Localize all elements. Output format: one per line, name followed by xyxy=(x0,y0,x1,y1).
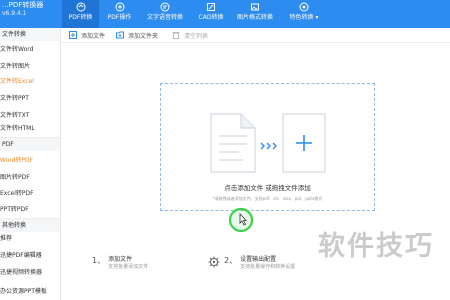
sidebar-item-to-excel[interactable]: 文件转Excel xyxy=(0,73,60,90)
step-number: 1、 xyxy=(92,256,106,265)
step-title: 设置输出配置 xyxy=(240,256,277,263)
tab-label: PDF转换 xyxy=(68,14,93,21)
step-desc: 支持批量操作和转换设置 xyxy=(240,264,296,270)
sidebar-section-file-convert[interactable]: 文件转换 xyxy=(0,28,60,41)
sidebar-item-ppt-templates[interactable]: 办公资源PPT模板 xyxy=(0,283,60,300)
step-number: 2、 xyxy=(224,256,238,265)
tab-cad-convert[interactable]: CAD转换 xyxy=(193,0,229,28)
file-drop-zone[interactable]: 点击添加文件 或拖拽文件添加 *请拖拽或者添加文件，支持pdf、xls、xlsx… xyxy=(160,83,375,211)
sidebar-item-image-to-pdf[interactable]: 图片转PDF xyxy=(0,169,60,186)
watermark-text: 软件技巧 xyxy=(318,231,434,262)
gear-icon xyxy=(208,256,220,268)
sidebar-item-recommend[interactable]: 推荐 xyxy=(0,230,60,247)
add-folder-icon xyxy=(116,31,124,39)
sidebar: 文件转换 文件转Word 文件转图片 文件转Excel 文件转PPT 文件转TX… xyxy=(0,28,61,300)
special-convert-icon xyxy=(299,2,309,12)
tab-text-speech[interactable]: 文字语音转换 xyxy=(140,0,190,28)
tab-image-convert[interactable]: 图片格式转换 xyxy=(231,0,279,28)
add-file-button[interactable]: 添加文件 xyxy=(69,30,105,40)
app-version: v6.9.4.1 xyxy=(2,10,27,17)
step-title: 添加文件 xyxy=(108,256,133,263)
sidebar-item-word-to-pdf[interactable]: Word转PDF xyxy=(0,152,60,169)
sidebar-item-to-ppt[interactable]: 文件转PPT xyxy=(0,90,60,107)
image-convert-icon xyxy=(251,3,259,11)
drop-zone-title: 点击添加文件 或拖拽文件添加 xyxy=(224,184,311,192)
drop-zone-subtitle: *请拖拽或者添加文件，支持pdf、xls、xlsx、ppt、pptx格式 xyxy=(212,196,323,201)
pdf-convert-icon xyxy=(76,2,85,12)
text-speech-icon xyxy=(160,2,170,12)
pdf-operate-icon xyxy=(115,2,124,12)
sidebar-item-to-html[interactable]: 文件转HTML xyxy=(0,120,60,137)
tab-label: 文字语音转换 xyxy=(146,14,183,21)
tab-label: PDF操作 xyxy=(107,14,132,21)
step-desc: 支持批量添加文件 xyxy=(108,264,149,270)
sidebar-item-ppt-to-pdf[interactable]: PPT转PDF xyxy=(0,201,60,218)
trash-icon xyxy=(172,32,180,39)
tab-label: CAD转换 xyxy=(198,14,224,21)
cad-convert-icon xyxy=(207,3,215,11)
tab-pdf-operate[interactable]: PDF操作 xyxy=(102,0,137,28)
add-file-icon xyxy=(69,31,77,39)
clear-list-label: 清空列表 xyxy=(184,32,209,40)
sidebar-item-to-word[interactable]: 文件转Word xyxy=(0,41,60,58)
tab-label: 图片格式转换 xyxy=(236,14,273,21)
step-output-settings: 2、 设置输出配置 支持批量操作和转换设置 xyxy=(224,256,295,271)
add-folder-button[interactable]: 添加文件夹 xyxy=(116,30,158,40)
tab-label: 特色转换 ▾ xyxy=(289,14,319,21)
add-folder-label: 添加文件夹 xyxy=(128,32,159,40)
add-file-label: 添加文件 xyxy=(81,32,106,40)
app-title: ...PDF转换器 xyxy=(2,1,44,9)
document-icon xyxy=(210,113,256,173)
sidebar-item-video-converter[interactable]: 迅捷视频转换器 xyxy=(0,264,60,281)
step-add-file: 1、 添加文件 支持批量添加文件 xyxy=(92,256,148,271)
tab-special-convert[interactable]: 特色转换 ▾ xyxy=(282,0,326,28)
clear-list-button[interactable]: 清空列表 xyxy=(172,30,208,40)
sidebar-item-pdf-editor[interactable]: 迅捷PDF编辑器 xyxy=(0,247,60,264)
arrows-icon xyxy=(260,142,277,150)
sidebar-section-pdf[interactable]: PDF xyxy=(0,138,60,151)
sidebar-item-excel-to-pdf[interactable]: Excel转PDF xyxy=(0,185,60,202)
tab-pdf-convert[interactable]: PDF转换 xyxy=(62,0,99,28)
drop-illustration xyxy=(210,113,326,173)
add-box-icon xyxy=(282,113,326,173)
cursor-highlight xyxy=(228,207,254,233)
top-bar: ...PDF转换器 v6.9.4.1 PDF转换 PDF操作 文字语音转换 CA… xyxy=(0,0,450,28)
toolbar: 添加文件 添加文件夹 清空列表 xyxy=(61,28,450,43)
